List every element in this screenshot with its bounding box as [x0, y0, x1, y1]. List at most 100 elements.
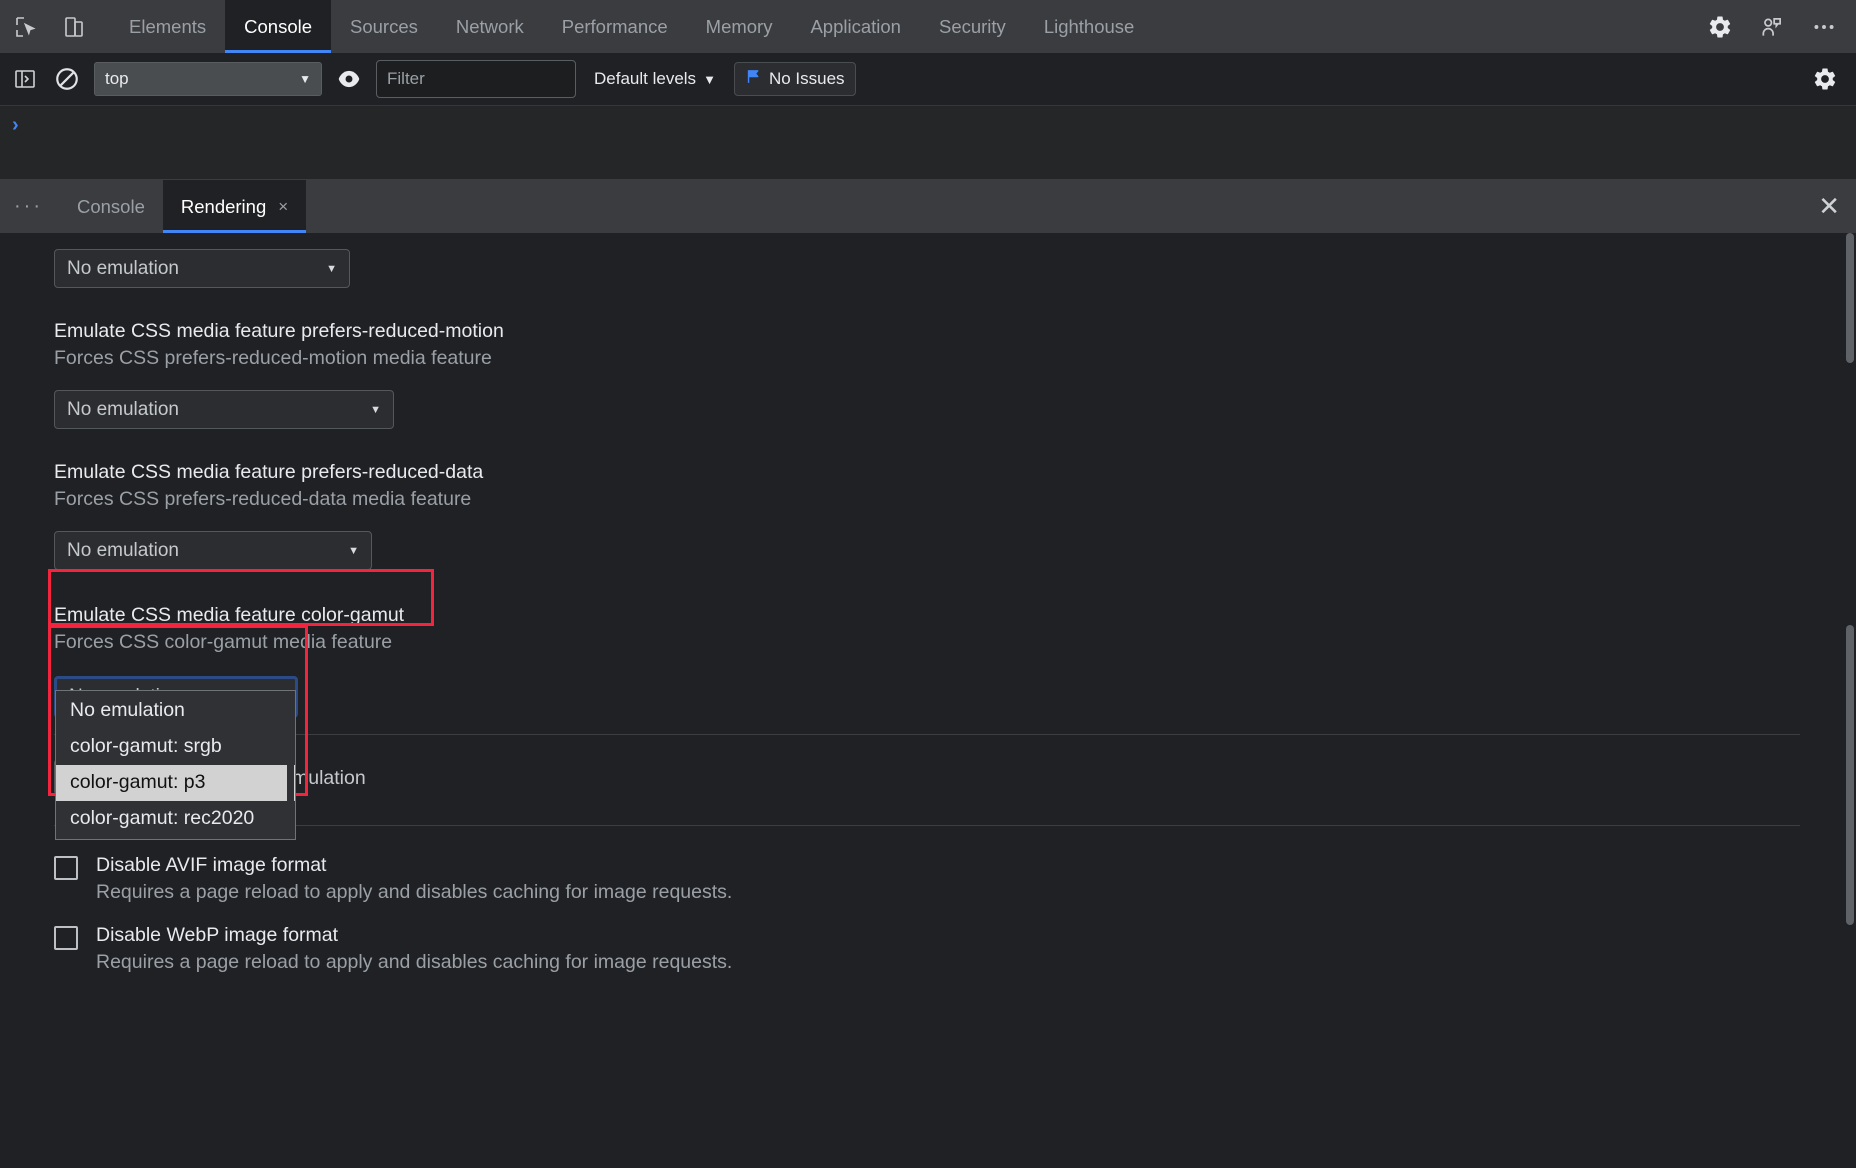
tab-sources-label: Sources [350, 15, 418, 37]
tab-elements[interactable]: Elements [110, 0, 225, 53]
main-tab-list: Elements Console Sources Network Perform… [110, 0, 1153, 53]
chevron-down-icon: ▼ [370, 403, 381, 416]
section-divider [54, 734, 1800, 735]
setting-title: Emulate CSS media feature prefers-reduce… [54, 461, 484, 483]
console-settings-gear-icon[interactable] [1810, 64, 1840, 94]
rendering-settings-list: No emulation ▼ Emulate CSS media feature… [0, 249, 1856, 976]
tab-performance-label: Performance [561, 15, 668, 37]
rendering-panel-scrollbar-bottom[interactable] [1846, 625, 1854, 925]
checkbox-text: Disable AVIF image format Requires a pag… [96, 852, 732, 906]
prefers-color-scheme-value: No emulation [67, 257, 179, 279]
log-levels-label: Default levels [594, 69, 697, 88]
log-levels-dropdown[interactable]: Default levels ▼ [588, 69, 722, 89]
device-toolbar-icon[interactable] [56, 9, 92, 45]
console-toolbar-right [1810, 64, 1846, 94]
setting-subtitle: Forces CSS prefers-reduced-data media fe… [54, 488, 472, 510]
dropdown-option[interactable]: color-gamut: rec2020 [56, 801, 295, 837]
inspect-element-icon[interactable] [8, 9, 44, 45]
user-profile-icon[interactable] [1754, 9, 1790, 45]
chevron-down-icon: ▼ [299, 72, 311, 86]
chevron-down-icon: ▼ [703, 71, 716, 87]
more-options-icon[interactable] [1806, 9, 1842, 45]
setting-subtitle: Forces CSS prefers-reduced-motion media … [54, 347, 492, 369]
close-icon[interactable]: × [278, 197, 288, 217]
setting-title: Emulate CSS media feature prefers-reduce… [54, 320, 504, 342]
tab-performance[interactable]: Performance [543, 0, 687, 53]
console-sidebar-icon[interactable] [10, 64, 40, 94]
setting-title: Emulate CSS media feature color-gamut [54, 604, 405, 626]
console-output-area[interactable]: › [0, 106, 1856, 180]
tab-elements-label: Elements [129, 15, 207, 37]
setting-prefers-reduced-motion: Emulate CSS media feature prefers-reduce… [54, 318, 1816, 429]
tab-network-label: Network [455, 15, 524, 37]
checkbox-title: Disable AVIF image format [96, 854, 327, 876]
checkbox-input[interactable] [54, 856, 78, 880]
tab-memory-label: Memory [705, 15, 773, 37]
occluded-section-text: mulation [292, 767, 366, 789]
dropdown-option[interactable]: color-gamut: p3 [56, 765, 295, 801]
chevron-down-icon: ▼ [348, 544, 359, 557]
tab-lighthouse[interactable]: Lighthouse [1025, 0, 1154, 53]
tab-application-label: Application [810, 15, 901, 37]
topbar-right-icons [1702, 0, 1856, 53]
checkbox-title: Disable WebP image format [96, 924, 339, 946]
live-expression-icon[interactable] [334, 64, 364, 94]
tab-security-label: Security [938, 15, 1006, 37]
prefers-reduced-data-select[interactable]: No emulation ▼ [54, 531, 372, 570]
console-prompt-arrow-icon: › [12, 114, 19, 136]
dropdown-option[interactable]: No emulation [56, 693, 295, 729]
checkbox-subtitle: Requires a page reload to apply and disa… [96, 951, 733, 973]
clear-console-icon[interactable] [52, 64, 82, 94]
rendering-panel: No emulation ▼ Emulate CSS media feature… [0, 233, 1856, 1168]
select-wrapper: No emulation ▼ [54, 531, 1816, 570]
drawer-tab-console[interactable]: Console [59, 180, 163, 233]
close-icon: ✕ [1818, 191, 1840, 221]
dropdown-option[interactable]: color-gamut: srgb [56, 729, 295, 765]
select-wrapper: No emulation ▼ [54, 676, 1816, 718]
no-issues-label: No Issues [768, 69, 845, 88]
tab-application[interactable]: Application [791, 0, 920, 53]
color-gamut-dropdown-popup[interactable]: No emulation color-gamut: srgb color-gam… [55, 690, 296, 840]
drawer-tabbar: ··· Console Rendering × ✕ [0, 180, 1856, 233]
settings-gear-icon[interactable] [1702, 9, 1738, 45]
prefers-color-scheme-select[interactable]: No emulation ▼ [54, 249, 350, 288]
checkbox-text: Disable WebP image format Requires a pag… [96, 922, 732, 976]
tab-security[interactable]: Security [920, 0, 1025, 53]
tab-console[interactable]: Console [225, 0, 332, 53]
setting-color-gamut: Emulate CSS media feature color-gamut Fo… [54, 602, 1816, 718]
prefers-reduced-motion-select[interactable]: No emulation ▼ [54, 390, 394, 429]
setting-prefers-reduced-data: Emulate CSS media feature prefers-reduce… [54, 459, 1816, 570]
tab-console-label: Console [244, 15, 313, 37]
no-issues-button[interactable]: No Issues [733, 62, 856, 96]
drawer-tab-console-label: Console [76, 195, 145, 217]
console-toolbar: top ▼ Filter Default levels ▼ No Issues [0, 53, 1856, 106]
tab-memory[interactable]: Memory [687, 0, 792, 53]
prefers-reduced-motion-value: No emulation [67, 398, 179, 420]
dropdown-scrollbar[interactable] [287, 692, 294, 838]
chevron-down-icon: ▼ [326, 262, 337, 275]
drawer-more-label: ··· [14, 195, 43, 217]
setting-subtitle: Forces CSS color-gamut media feature [54, 631, 393, 653]
devtools-top-tabbar: Elements Console Sources Network Perform… [0, 0, 1856, 53]
checkbox-subtitle: Requires a page reload to apply and disa… [96, 881, 733, 903]
prefers-reduced-data-value: No emulation [67, 539, 179, 561]
tab-lighthouse-label: Lighthouse [1043, 15, 1135, 37]
checkbox-disable-avif[interactable]: Disable AVIF image format Requires a pag… [54, 852, 1816, 906]
drawer-close-button[interactable]: ✕ [1818, 180, 1856, 233]
javascript-context-select[interactable]: top ▼ [94, 62, 322, 96]
drawer-tab-rendering[interactable]: Rendering × [162, 180, 307, 233]
tab-network[interactable]: Network [437, 0, 543, 53]
console-filter-input[interactable]: Filter [376, 60, 576, 98]
drawer-tab-rendering-label: Rendering [180, 195, 267, 217]
topbar-icon-group [0, 0, 92, 53]
section-divider [54, 825, 1800, 826]
drawer-more-tabs-button[interactable]: ··· [0, 180, 59, 233]
issues-flag-icon [745, 68, 762, 90]
rendering-panel-scrollbar-top[interactable] [1846, 233, 1854, 363]
checkbox-disable-webp[interactable]: Disable WebP image format Requires a pag… [54, 922, 1816, 976]
tab-sources[interactable]: Sources [331, 0, 437, 53]
select-wrapper: No emulation ▼ [54, 390, 1816, 429]
context-select-value: top [105, 69, 129, 88]
checkbox-input[interactable] [54, 926, 78, 950]
console-filter-placeholder: Filter [387, 69, 425, 88]
